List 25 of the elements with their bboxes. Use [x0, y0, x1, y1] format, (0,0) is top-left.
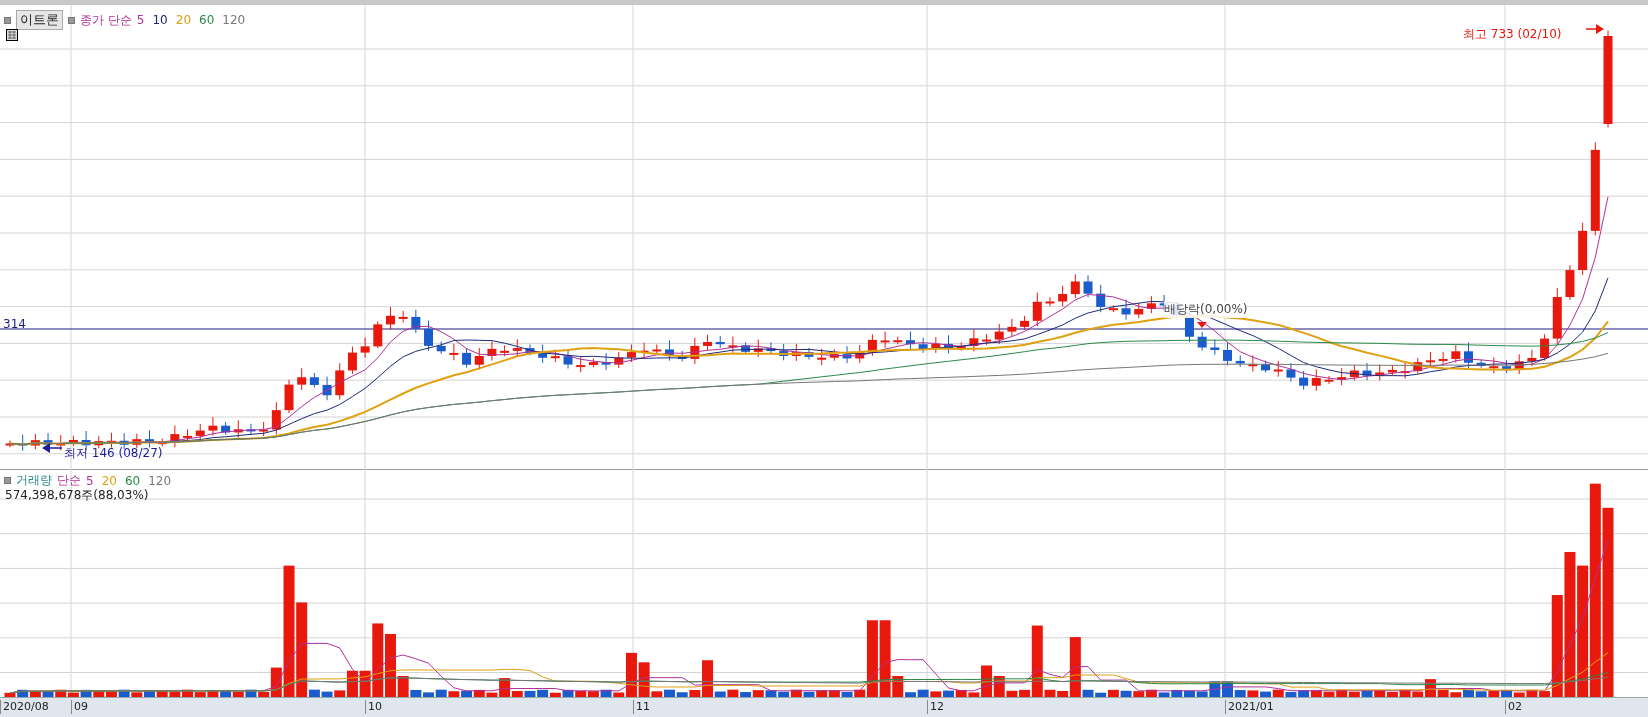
axis-label: 2021/01	[1225, 700, 1274, 714]
moving-average-legend: 120	[148, 473, 172, 488]
moving-average-legend: 20	[101, 473, 117, 488]
indicator-label: 종가 단순	[80, 11, 132, 29]
moving-average-legend: 10	[152, 13, 168, 27]
high-price-marker: 최고 733 (02/10)	[1463, 26, 1562, 43]
event-marker: 배당락(0,00%)	[1164, 301, 1248, 318]
stock-name-button[interactable]: 이트론	[16, 10, 63, 30]
moving-average-legend: 120	[222, 13, 246, 27]
total-volume-label: 574,398,678주(88,03%)	[5, 487, 149, 504]
average-type-label: 단순	[57, 472, 81, 489]
indicator-label: 거래량	[16, 472, 52, 489]
moving-average-legend: 60	[199, 13, 215, 27]
axis-label: 2020/08	[0, 700, 49, 714]
axis-label: 09	[71, 700, 88, 714]
reference-line-label: 314	[3, 317, 26, 331]
low-price-marker: 최저 146 (08/27)	[64, 445, 163, 462]
moving-average-legend: 60	[124, 473, 141, 488]
moving-average-legend: 5	[86, 473, 94, 488]
axis-label: 11	[633, 700, 650, 714]
axis-label: 12	[927, 700, 944, 714]
axis-label: 10	[365, 700, 382, 714]
moving-average-legend: 5	[136, 13, 145, 27]
moving-average-legend: 20	[175, 13, 192, 27]
axis-label: 02	[1505, 700, 1522, 714]
